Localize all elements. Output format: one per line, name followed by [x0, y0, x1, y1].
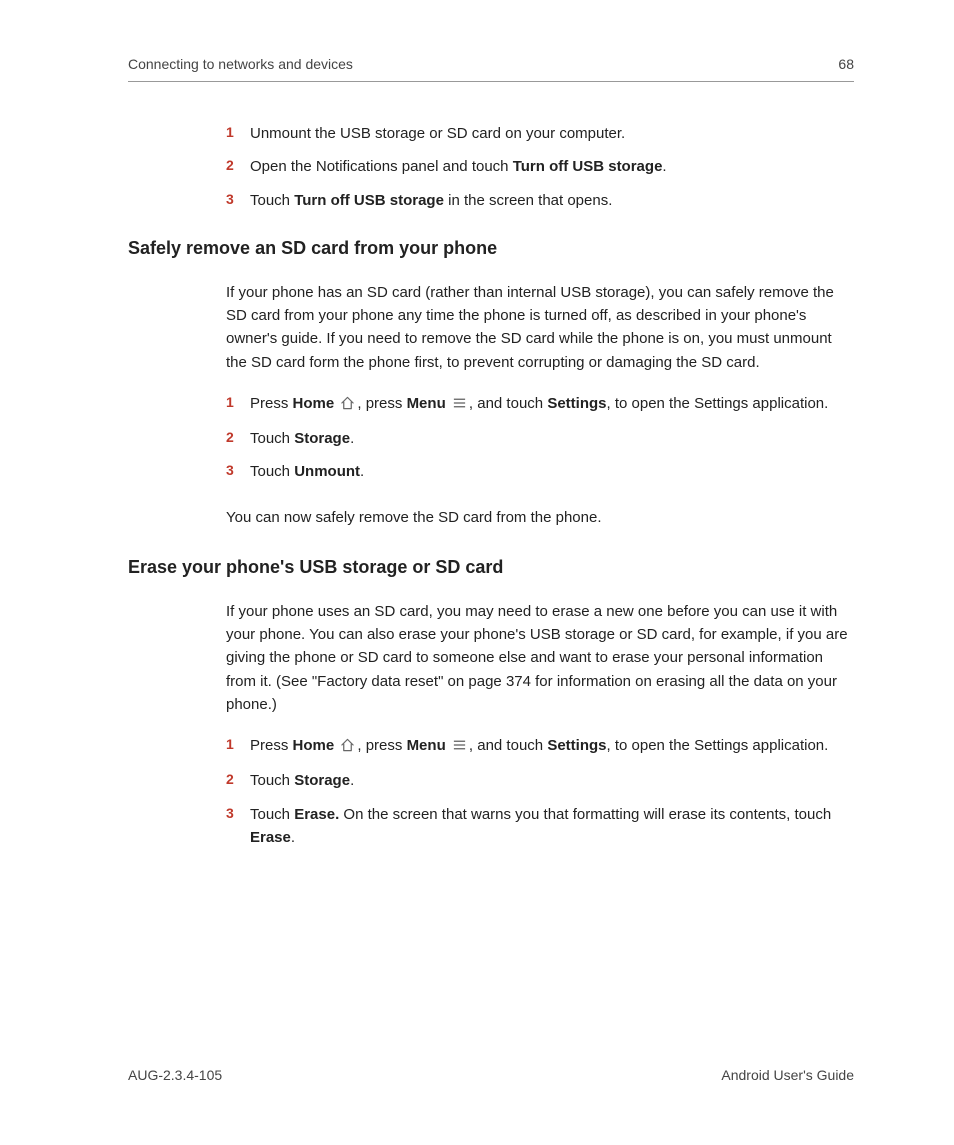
step-item: 3 Touch Erase. On the screen that warns y… — [226, 803, 854, 850]
menu-icon — [452, 736, 467, 759]
step-text: Touch Erase. On the screen that warns yo… — [250, 806, 831, 846]
section1-paragraph: If your phone has an SD card (rather tha… — [226, 281, 854, 374]
doc-title: Android User's Guide — [721, 1067, 854, 1083]
step-item: 2 Open the Notifications panel and touch … — [226, 155, 854, 178]
step-number: 3 — [226, 189, 234, 211]
step-number: 2 — [226, 769, 234, 791]
step-number: 1 — [226, 392, 234, 414]
step-text: Touch Turn off USB storage in the screen… — [250, 192, 612, 209]
home-icon — [340, 736, 355, 759]
step-item: 2 Touch Storage. — [226, 427, 854, 450]
step-text: Open the Notifications panel and touch T… — [250, 158, 667, 175]
section2-steps-list: 1 Press Home , press Menu , and touch Set… — [226, 734, 854, 849]
section1-steps-list: 1 Press Home , press Menu , and touch Set… — [226, 392, 854, 484]
step-item: 1 Press Home , press Menu , and touch Set… — [226, 392, 854, 417]
step-number: 1 — [226, 734, 234, 756]
step-number: 3 — [226, 460, 234, 482]
step-number: 1 — [226, 122, 234, 144]
step-number: 2 — [226, 427, 234, 449]
page-number: 68 — [838, 56, 854, 72]
step-item: 3 Touch Unmount. — [226, 460, 854, 483]
step-item: 2 Touch Storage. — [226, 769, 854, 792]
section-heading-erase: Erase your phone's USB storage or SD car… — [128, 557, 854, 578]
step-item: 3 Touch Turn off USB storage in the scree… — [226, 189, 854, 212]
top-steps-list: 1 Unmount the USB storage or SD card on y… — [226, 122, 854, 212]
section-heading-safely-remove: Safely remove an SD card from your phone — [128, 238, 854, 259]
chapter-title: Connecting to networks and devices — [128, 56, 353, 72]
step-item: 1 Press Home , press Menu , and touch Set… — [226, 734, 854, 759]
step-text: Touch Storage. — [250, 772, 354, 789]
page-content: 1 Unmount the USB storage or SD card on y… — [128, 122, 854, 849]
step-text: Press Home , press Menu , and touch Sett… — [250, 395, 828, 412]
step-number: 3 — [226, 803, 234, 825]
section2-paragraph: If your phone uses an SD card, you may n… — [226, 600, 854, 716]
step-text: Touch Storage. — [250, 430, 354, 447]
home-icon — [340, 394, 355, 417]
page-footer: AUG-2.3.4-105 Android User's Guide — [128, 1067, 854, 1083]
step-number: 2 — [226, 155, 234, 177]
page-header: Connecting to networks and devices 68 — [128, 56, 854, 82]
step-text: Unmount the USB storage or SD card on yo… — [250, 125, 625, 142]
section1-after-text: You can now safely remove the SD card fr… — [226, 506, 854, 529]
doc-id: AUG-2.3.4-105 — [128, 1067, 222, 1083]
menu-icon — [452, 394, 467, 417]
step-text: Touch Unmount. — [250, 463, 364, 480]
step-item: 1 Unmount the USB storage or SD card on y… — [226, 122, 854, 145]
step-text: Press Home , press Menu , and touch Sett… — [250, 737, 828, 754]
